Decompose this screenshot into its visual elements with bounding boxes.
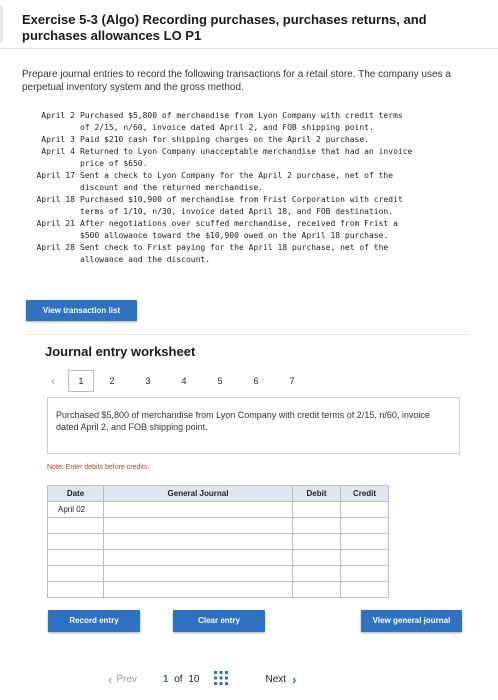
worksheet-page-tab[interactable]: 3 <box>130 376 166 386</box>
transaction-item: April 2 Purchased $5,800 of merchandise f… <box>24 110 464 134</box>
credit-cell[interactable] <box>340 549 389 566</box>
record-entry-button[interactable]: Record entry <box>48 610 140 632</box>
date-cell <box>47 533 104 550</box>
account-cell[interactable] <box>103 501 293 518</box>
account-cell[interactable] <box>103 581 293 598</box>
account-cell[interactable] <box>103 533 293 550</box>
account-cell[interactable] <box>103 517 293 534</box>
journal-table: Date General Journal Debit Credit April … <box>47 485 389 598</box>
column-header-general-journal: General Journal <box>103 485 293 502</box>
worksheet-page-tab[interactable]: 5 <box>202 376 238 386</box>
page-indicator: 1 of 10 <box>163 674 200 685</box>
debit-cell[interactable] <box>292 501 341 518</box>
debit-cell[interactable] <box>292 517 341 534</box>
credit-cell[interactable] <box>340 501 389 518</box>
date-cell: April 02 <box>47 501 104 518</box>
transaction-date: April 21 <box>36 219 75 228</box>
prev-button[interactable]: ‹ Prev <box>108 672 137 687</box>
worksheet-page-tabs: ‹ 1234567 <box>46 370 310 392</box>
next-button[interactable]: Next › <box>266 672 297 687</box>
table-row <box>47 533 389 550</box>
pagination-bar: ‹ Prev 1 of 10 Next › <box>108 667 340 691</box>
credit-cell[interactable] <box>340 565 389 582</box>
transaction-date: April 3 <box>41 135 75 144</box>
transaction-item: April 3 Paid $210 cash for shipping charg… <box>24 134 464 146</box>
transaction-text: After negotiations over scuffed merchand… <box>80 219 398 240</box>
table-row <box>47 549 389 566</box>
prev-label: Prev <box>116 673 137 685</box>
debit-cell[interactable] <box>292 549 341 566</box>
date-cell <box>47 517 104 534</box>
transaction-item: April 17 Sent a check to Lyon Company for… <box>24 170 464 194</box>
transaction-date: April 4 <box>41 147 75 156</box>
total-pages: 10 <box>188 673 200 685</box>
column-header-date: Date <box>47 485 104 502</box>
credit-cell[interactable] <box>340 581 389 598</box>
of-label: of <box>174 673 183 685</box>
transaction-text: Returned to Lyon Company unacceptable me… <box>80 147 413 168</box>
debits-note: Note: Enter debits before credits. <box>47 464 150 471</box>
credit-cell[interactable] <box>340 533 389 550</box>
transaction-list: April 2 Purchased $5,800 of merchandise f… <box>24 110 464 266</box>
table-row <box>47 517 389 534</box>
transaction-item: April 28 Sent check to Frist paying for t… <box>24 242 464 266</box>
table-row <box>47 581 389 598</box>
table-row <box>47 565 389 582</box>
transaction-text: Sent a check to Lyon Company for the Apr… <box>80 171 394 192</box>
chevron-left-icon[interactable]: ‹ <box>46 374 60 388</box>
column-header-debit: Debit <box>292 485 341 502</box>
transaction-date: April 28 <box>36 243 75 252</box>
next-label: Next <box>265 673 287 685</box>
view-transaction-list-button[interactable]: View transaction list <box>26 300 137 321</box>
worksheet-page-tab[interactable]: 6 <box>238 376 274 386</box>
chevron-right-icon: › <box>292 671 297 687</box>
transaction-text: Purchased $10,900 of merchandise from Fr… <box>80 195 403 216</box>
exercise-title: Exercise 5-3 (Algo) Recording purchases,… <box>22 12 427 43</box>
title-accent-bar <box>0 6 3 42</box>
worksheet-title: Journal entry worksheet <box>45 344 196 359</box>
column-header-credit: Credit <box>340 485 389 502</box>
transaction-text: Purchased $5,800 of merchandise from Lyo… <box>80 111 403 132</box>
table-header-row: Date General Journal Debit Credit <box>47 485 389 502</box>
current-page: 1 <box>162 673 169 685</box>
view-general-journal-button[interactable]: View general journal <box>361 610 462 632</box>
transaction-date: April 2 <box>41 111 75 120</box>
account-cell[interactable] <box>103 549 293 566</box>
transaction-item: April 18 Purchased $10,900 of merchandise… <box>24 194 464 218</box>
table-row: April 02 <box>47 501 389 518</box>
date-cell <box>47 549 104 566</box>
worksheet-page-tab[interactable]: 4 <box>166 376 202 386</box>
credit-cell[interactable] <box>340 517 389 534</box>
transaction-text: Sent check to Frist paying for the April… <box>80 243 389 264</box>
transaction-date: April 17 <box>36 171 75 180</box>
instructions-text: Prepare journal entries to record the fo… <box>22 69 451 93</box>
clear-entry-button[interactable]: Clear entry <box>173 610 265 632</box>
exercise-header: Exercise 5-3 (Algo) Recording purchases,… <box>0 0 498 49</box>
date-cell <box>47 565 104 582</box>
transaction-description: Purchased $5,800 of merchandise from Lyo… <box>47 397 460 454</box>
debit-cell[interactable] <box>292 565 341 582</box>
worksheet-page-tab[interactable]: 2 <box>94 376 130 386</box>
chevron-left-icon: ‹ <box>108 671 113 687</box>
transaction-text: Paid $210 cash for shipping charges on t… <box>80 135 369 144</box>
worksheet-page-tab[interactable]: 1 <box>68 370 94 392</box>
grid-icon[interactable] <box>213 670 228 688</box>
account-cell[interactable] <box>103 565 293 582</box>
transaction-item: April 4 Returned to Lyon Company unaccept… <box>24 146 464 170</box>
date-cell <box>47 581 104 598</box>
transaction-date: April 18 <box>36 195 75 204</box>
debit-cell[interactable] <box>292 581 341 598</box>
worksheet-page-tab[interactable]: 7 <box>274 376 310 386</box>
debit-cell[interactable] <box>292 533 341 550</box>
transaction-item: April 21 After negotiations over scuffed … <box>24 218 464 242</box>
